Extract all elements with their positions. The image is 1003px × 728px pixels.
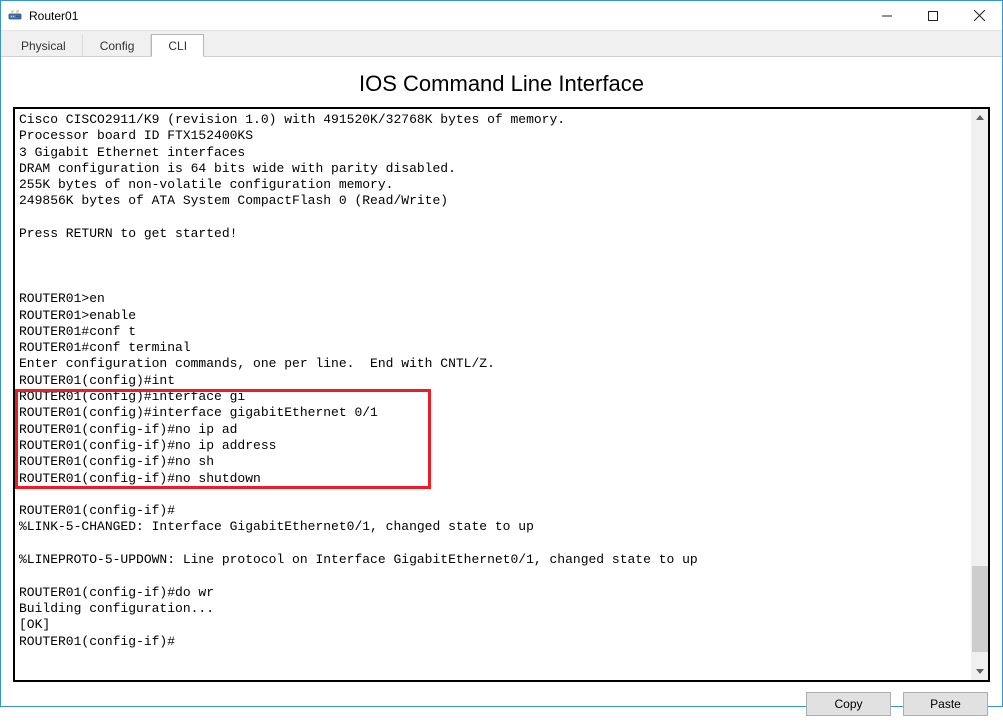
minimize-button[interactable] [864,1,910,30]
button-row: Copy Paste [13,692,990,716]
maximize-button[interactable] [910,1,956,30]
paste-button[interactable]: Paste [903,692,988,716]
cli-heading: IOS Command Line Interface [13,71,990,97]
close-button[interactable] [956,1,1002,30]
scroll-down-icon[interactable] [972,663,988,680]
tab-physical[interactable]: Physical [4,34,83,56]
scrollbar[interactable] [971,109,988,680]
tab-bar: Physical Config CLI [1,31,1002,57]
app-icon [7,8,23,24]
window-controls [864,1,1002,30]
copy-button[interactable]: Copy [806,692,891,716]
tab-cli[interactable]: CLI [151,34,204,57]
content-area: IOS Command Line Interface Cisco CISCO29… [1,57,1002,728]
scroll-thumb[interactable] [972,566,988,652]
titlebar: Router01 [1,1,1002,31]
terminal-container: Cisco CISCO2911/K9 (revision 1.0) with 4… [13,107,990,682]
window-title: Router01 [29,9,864,23]
tab-config[interactable]: Config [83,34,152,56]
scroll-up-icon[interactable] [972,109,988,126]
terminal-output[interactable]: Cisco CISCO2911/K9 (revision 1.0) with 4… [15,109,971,680]
scroll-track[interactable] [972,126,988,663]
